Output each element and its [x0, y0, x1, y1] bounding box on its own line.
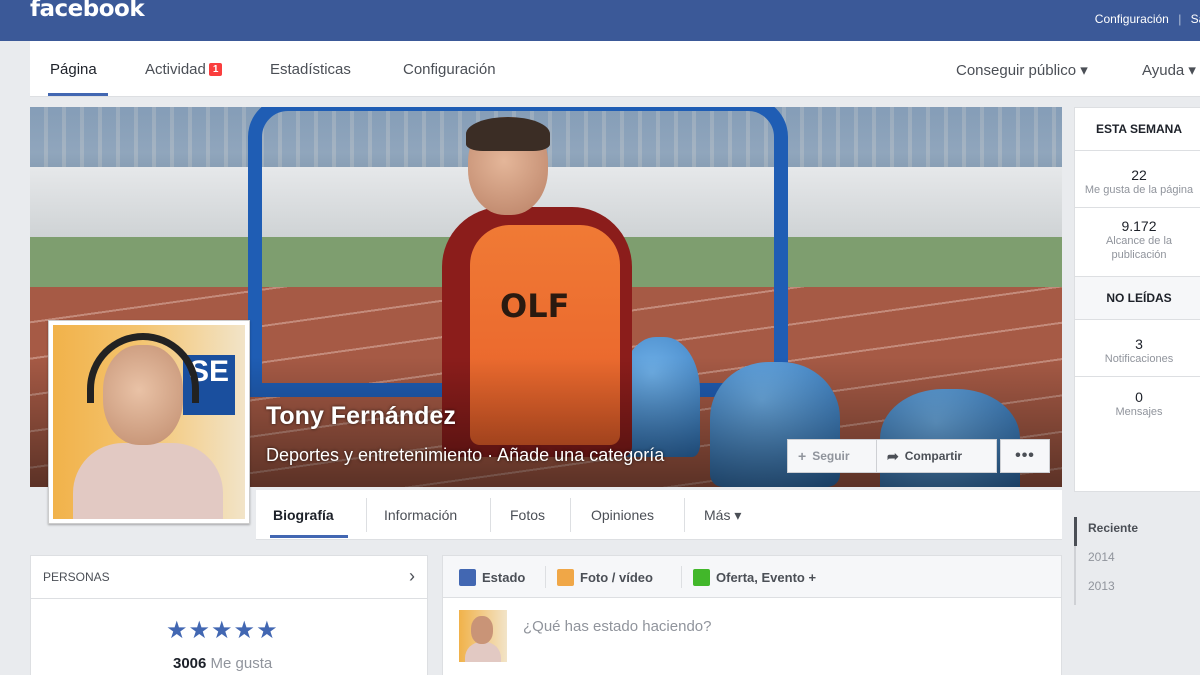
follow-button[interactable]: + Seguir — [787, 439, 877, 473]
get-audience-label: Conseguir público ▾ — [956, 62, 1088, 79]
cover-actions: + Seguir ➦ Compartir ••• — [787, 439, 1050, 473]
admin-tab-page-label: Página — [50, 61, 97, 78]
stat-page-likes[interactable]: 22 Me gusta de la página — [1075, 151, 1200, 197]
admin-tab-insights-label: Estadísticas — [270, 61, 351, 78]
composer-tab-label: Estado — [482, 570, 526, 585]
insights-sidebar: ESTA SEMANA 22 Me gusta de la página 9.1… — [1074, 107, 1200, 492]
top-links: Configuración | Sal — [1089, 12, 1200, 26]
logout-link[interactable]: Sal — [1191, 12, 1200, 26]
follow-label: Seguir — [812, 449, 850, 463]
year-item[interactable]: 2013 — [1074, 575, 1200, 604]
composer-tabs: Estado Foto / vídeo Oferta, Evento + — [443, 556, 1061, 598]
year-recent[interactable]: Reciente — [1074, 517, 1200, 546]
photo-icon — [557, 569, 574, 586]
plus-icon: + — [798, 448, 807, 464]
composer-tab-label: Foto / vídeo — [580, 570, 653, 585]
top-link-separator: | — [1178, 12, 1182, 26]
year-item[interactable]: 2014 — [1074, 546, 1200, 575]
tab-divider — [366, 498, 367, 532]
tab-divider — [545, 566, 546, 588]
admin-tab-page[interactable]: Página — [50, 61, 97, 78]
admin-tab-insights[interactable]: Estadísticas — [270, 61, 351, 78]
facebook-logo[interactable]: facebook — [30, 0, 145, 22]
stat-label: Notificaciones — [1104, 353, 1174, 365]
tab-photos[interactable]: Fotos — [510, 507, 545, 523]
composer-tab-label: Oferta, Evento + — [716, 570, 817, 585]
profile-photo: SE — [53, 325, 245, 519]
get-audience-menu[interactable]: Conseguir público ▾ — [956, 61, 1088, 79]
admin-tab-settings-label: Configuración — [403, 61, 496, 78]
avatar-face — [471, 616, 493, 644]
stat-value: 0 — [1135, 389, 1143, 405]
composer-tab-offer-event[interactable]: Oferta, Evento + — [693, 569, 816, 586]
profile-shirt — [73, 443, 223, 519]
tab-divider — [490, 498, 491, 532]
person-hair — [466, 117, 550, 151]
stat-label: Mensajes — [1115, 406, 1163, 418]
help-menu[interactable]: Ayuda ▾ — [1142, 61, 1196, 79]
divider — [31, 598, 427, 599]
this-week-heading: ESTA SEMANA — [1095, 122, 1182, 136]
active-tab-indicator — [48, 93, 108, 96]
composer-tab-status[interactable]: Estado — [459, 569, 525, 586]
help-label: Ayuda ▾ — [1142, 62, 1196, 79]
people-card: PERSONAS › ★★★★★ 3006 Me gusta — [30, 555, 428, 675]
share-button[interactable]: ➦ Compartir — [877, 439, 997, 473]
admin-tab-activity[interactable]: Actividad 1 — [145, 61, 223, 78]
likes-number: 3006 — [173, 655, 207, 672]
tab-reviews[interactable]: Opiniones — [591, 507, 654, 523]
headphones — [87, 333, 199, 403]
settings-link[interactable]: Configuración — [1095, 12, 1169, 26]
tab-divider — [570, 498, 571, 532]
tab-more[interactable]: Más ▾ — [704, 507, 741, 524]
top-bar: facebook Configuración | Sal — [0, 0, 1200, 41]
tab-divider — [681, 566, 682, 588]
active-tab-indicator — [270, 535, 348, 538]
timeline-years: Reciente 2014 2013 — [1074, 517, 1200, 605]
page-category[interactable]: Deportes y entretenimiento · Añade una c… — [266, 445, 664, 466]
admin-tab-settings[interactable]: Configuración — [403, 61, 496, 78]
timeline-tabs: Biografía Información Fotos Opiniones Má… — [256, 490, 1062, 540]
pencil-icon — [459, 569, 476, 586]
people-heading[interactable]: PERSONAS — [43, 570, 110, 584]
tab-divider — [684, 498, 685, 532]
rating-stars-icon: ★★★★★ — [166, 617, 279, 644]
share-arrow-icon: ➦ — [887, 447, 899, 464]
avatar-shirt — [465, 642, 501, 662]
avatar — [459, 610, 507, 662]
notification-badge: 1 — [208, 63, 223, 76]
offer-icon — [693, 569, 710, 586]
tab-information[interactable]: Información — [384, 507, 457, 523]
share-label: Compartir — [904, 449, 963, 463]
profile-picture[interactable]: SE — [48, 320, 250, 524]
stat-label: Alcance de la publicación — [1105, 235, 1173, 261]
stat-messages[interactable]: 0 Mensajes — [1075, 377, 1200, 419]
page-title[interactable]: Tony Fernández — [266, 402, 456, 431]
likes-count[interactable]: 3006 Me gusta — [173, 655, 272, 672]
vest-text: OLF — [500, 287, 570, 325]
stat-value: 9.172 — [1121, 218, 1157, 234]
more-options-button[interactable]: ••• — [1000, 439, 1050, 473]
status-input[interactable]: ¿Qué has estado haciendo? — [523, 618, 711, 635]
composer-tab-photo[interactable]: Foto / vídeo — [557, 569, 653, 586]
stat-value: 22 — [1131, 167, 1147, 183]
stat-value: 3 — [1135, 336, 1143, 352]
likes-label: Me gusta — [210, 655, 273, 672]
post-composer: Estado Foto / vídeo Oferta, Evento + ¿Qu… — [442, 555, 1062, 675]
chevron-right-icon[interactable]: › — [409, 566, 415, 587]
admin-tab-activity-label: Actividad — [145, 61, 206, 78]
admin-nav: Página Actividad 1 Estadísticas Configura… — [30, 41, 1200, 97]
unread-heading: NO LEÍDAS — [1106, 291, 1172, 305]
stat-notifications[interactable]: 3 Notificaciones — [1075, 320, 1200, 366]
stat-label: Me gusta de la página — [1084, 184, 1194, 196]
stat-post-reach[interactable]: 9.172 Alcance de la publicación — [1075, 208, 1200, 262]
tab-timeline[interactable]: Biografía — [273, 507, 334, 523]
